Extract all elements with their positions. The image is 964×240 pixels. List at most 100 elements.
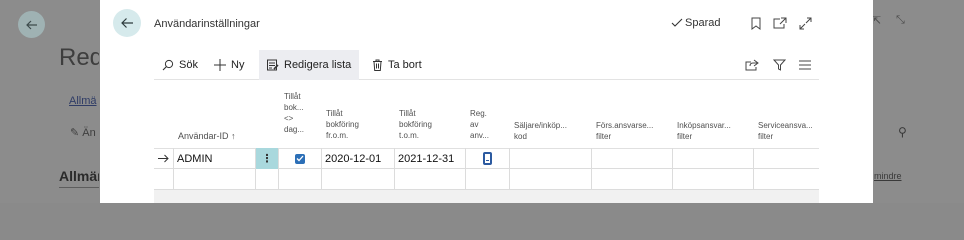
row-indicator xyxy=(154,169,173,190)
allow-from-cell[interactable]: 2020-12-01 xyxy=(321,148,394,169)
new-button[interactable]: Ny xyxy=(214,50,244,80)
back-button[interactable] xyxy=(113,9,141,37)
background-section-title: Allmän xyxy=(59,168,99,184)
table-row[interactable]: ADMIN ⋮ 2020-12-01 2021-12-31 xyxy=(154,148,819,169)
column-header-allow-from[interactable]: Tillåt bokföring fr.o.m. xyxy=(326,108,359,141)
share-icon xyxy=(745,59,759,71)
plus-icon xyxy=(214,59,226,71)
list-icon xyxy=(799,60,811,70)
edit-icon: ✎ xyxy=(70,127,80,139)
edit-list-icon xyxy=(267,59,279,71)
column-header-line: Förs.ansvarse... xyxy=(596,121,654,130)
row-indicator xyxy=(154,148,173,169)
column-header-sales-resp[interactable]: Förs.ansvarse... filter xyxy=(596,120,653,142)
register-time-cell[interactable] xyxy=(465,148,509,169)
open-new-window-icon xyxy=(773,17,787,29)
list-view-button[interactable] xyxy=(797,57,813,73)
service-resp-cell[interactable] xyxy=(753,148,819,169)
trash-icon xyxy=(373,59,382,71)
user-id-cell[interactable] xyxy=(173,169,255,190)
allow-to-cell[interactable]: 2021-12-31 xyxy=(394,148,465,169)
background-action-label: Än xyxy=(82,127,96,139)
column-header-line: fr.o.m. xyxy=(326,131,349,140)
bookmark-button[interactable] xyxy=(748,15,764,31)
row-actions-cell xyxy=(255,169,278,190)
row-actions-button[interactable]: ⋮ xyxy=(255,148,278,169)
open-new-window-button[interactable] xyxy=(772,15,788,31)
column-header-salesperson[interactable]: Säljare/inköp... kod xyxy=(514,120,567,142)
background-action: ✎ Än xyxy=(70,126,100,139)
background-back-button xyxy=(18,11,45,38)
background-popout-icon: ⇱ xyxy=(872,15,882,27)
background-collapse-icon: ⤡ xyxy=(896,14,905,26)
background-divider xyxy=(59,187,99,188)
arrow-left-icon xyxy=(120,18,133,28)
salesperson-cell[interactable] xyxy=(509,169,591,190)
column-header-line: Tillåt xyxy=(326,109,343,118)
column-header-line: <> xyxy=(284,114,294,123)
column-header-line: Inköpsansvar... xyxy=(677,121,731,130)
column-header-line: Reg. xyxy=(470,109,487,118)
column-header-line: filter xyxy=(596,132,612,141)
search-icon xyxy=(162,59,174,71)
allow-posting-cell[interactable] xyxy=(278,148,321,169)
background-pin-icon: ⚲ xyxy=(898,125,907,139)
service-resp-cell[interactable] xyxy=(753,169,819,190)
filter-button[interactable] xyxy=(771,57,787,73)
user-setup-dialog: Användarinställningar Sparad Sök Ny Redi… xyxy=(100,0,873,203)
edit-list-button[interactable]: Redigera lista xyxy=(259,50,360,80)
user-setup-grid: Användar-ID ↑ Tillåt bok... <> dag... Ti… xyxy=(154,88,819,203)
arrow-right-icon xyxy=(158,154,169,163)
search-button-label: Sök xyxy=(179,59,198,71)
saved-status-label: Sparad xyxy=(685,17,721,29)
dialog-title: Användarinställningar xyxy=(154,18,260,30)
column-header-user-id[interactable]: Användar-ID ↑ xyxy=(178,131,236,142)
action-toolbar: Sök Ny Redigera lista Ta bort xyxy=(154,50,819,80)
search-button[interactable]: Sök xyxy=(162,50,198,80)
column-header-line: bokföring xyxy=(399,120,432,129)
edit-list-button-label: Redigera lista xyxy=(284,59,352,71)
table-row-new[interactable] xyxy=(154,169,819,190)
register-time-checkbox[interactable] xyxy=(483,152,492,165)
column-header-line: filter xyxy=(677,132,693,141)
column-header-register-time[interactable]: Reg. av anv... xyxy=(470,108,489,141)
column-header-line: Säljare/inköp... xyxy=(514,121,567,130)
saved-status: Sparad xyxy=(671,17,720,29)
purchase-resp-cell[interactable] xyxy=(672,169,753,190)
expand-icon xyxy=(799,17,811,29)
column-header-allow-posting[interactable]: Tillåt bok... <> dag... xyxy=(284,91,304,135)
sales-resp-cell[interactable] xyxy=(591,148,672,169)
column-header-line: bok... xyxy=(284,103,304,112)
background-page-title: Rede xyxy=(59,44,99,71)
allow-to-cell[interactable] xyxy=(394,169,465,190)
column-header-line: bokföring xyxy=(326,120,359,129)
delete-button[interactable]: Ta bort xyxy=(372,50,422,80)
column-header-line: dag... xyxy=(284,125,305,134)
background-less-link: mindre xyxy=(874,171,902,181)
allow-posting-checkbox[interactable] xyxy=(295,153,305,164)
share-button[interactable] xyxy=(744,57,760,73)
column-header-line: kod xyxy=(514,132,527,141)
column-header-line: t.o.m. xyxy=(399,131,420,140)
grid-empty-area xyxy=(154,190,819,203)
expand-button[interactable] xyxy=(797,15,813,31)
column-header-line: anv... xyxy=(470,131,489,140)
bookmark-icon xyxy=(751,17,761,30)
user-id-cell[interactable]: ADMIN xyxy=(173,148,255,169)
checkmark-icon xyxy=(671,18,683,27)
filter-icon xyxy=(772,59,786,71)
purchase-resp-cell[interactable] xyxy=(672,148,753,169)
allow-posting-cell[interactable] xyxy=(278,169,321,190)
salesperson-cell[interactable] xyxy=(509,148,591,169)
new-button-label: Ny xyxy=(231,59,245,71)
column-header-line: Tillåt xyxy=(399,109,416,118)
column-header-line: filter xyxy=(758,132,774,141)
column-header-line: Serviceansva... xyxy=(758,121,813,130)
sales-resp-cell[interactable] xyxy=(591,169,672,190)
column-header-service-resp[interactable]: Serviceansva... filter xyxy=(758,120,813,142)
column-header-purchase-resp[interactable]: Inköpsansvar... filter xyxy=(677,120,731,142)
allow-from-cell[interactable] xyxy=(321,169,394,190)
register-time-cell[interactable] xyxy=(465,169,509,190)
column-header-allow-to[interactable]: Tillåt bokföring t.o.m. xyxy=(399,108,432,141)
column-header-line: av xyxy=(470,120,479,129)
